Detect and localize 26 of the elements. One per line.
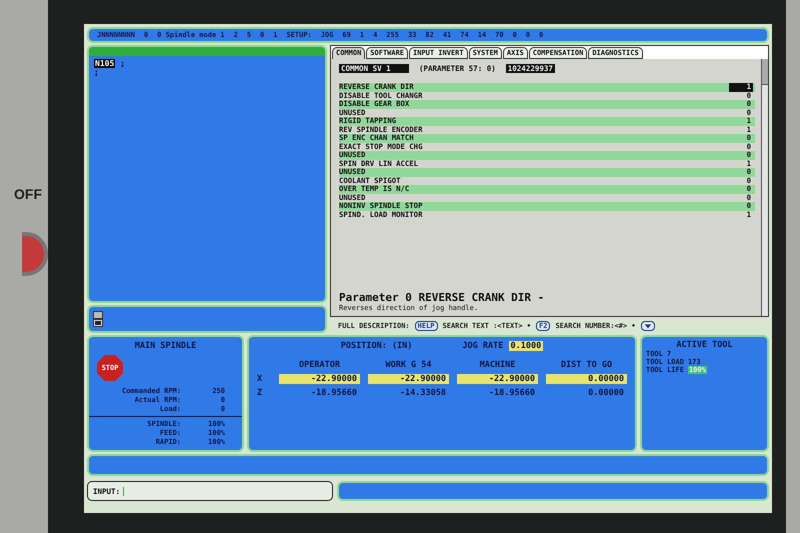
jog-rate-label: JOG RATE (462, 341, 504, 351)
position-value: -22.90000 (279, 374, 360, 384)
axis-label: Z (257, 388, 264, 398)
machine-label: OFF (14, 186, 43, 202)
position-value: 0.00000 (587, 388, 625, 398)
jog-rate-value: 0.1000 (508, 341, 544, 351)
down-arrow-icon[interactable] (640, 320, 655, 330)
program-line: ; (94, 68, 100, 77)
program-line: N105 ; (94, 59, 126, 68)
axis-label: X (257, 374, 264, 384)
position-value: -22.90000 (457, 374, 538, 384)
column-header: WORK G 54 (384, 360, 433, 370)
column-header: DIST TO GO (560, 360, 614, 370)
description-title: Parameter 0 REVERSE CRANK DIR - (339, 291, 546, 304)
position-value: -14.33058 (398, 388, 447, 398)
column-header: MACHINE (478, 360, 516, 370)
panel-title: ACTIVE TOOL (675, 340, 734, 350)
position-value: 0.00000 (546, 374, 627, 384)
disk-icon[interactable] (93, 311, 103, 327)
position-value: -18.95660 (310, 388, 358, 398)
scroll-bar[interactable] (761, 59, 768, 316)
panel-title: POSITION: (IN) (340, 341, 412, 351)
position-value: -18.95660 (488, 388, 536, 398)
panel-title: MAIN SPINDLE (134, 340, 198, 351)
column-header: OPERATOR (298, 360, 341, 370)
position-value: -22.90000 (368, 374, 449, 384)
